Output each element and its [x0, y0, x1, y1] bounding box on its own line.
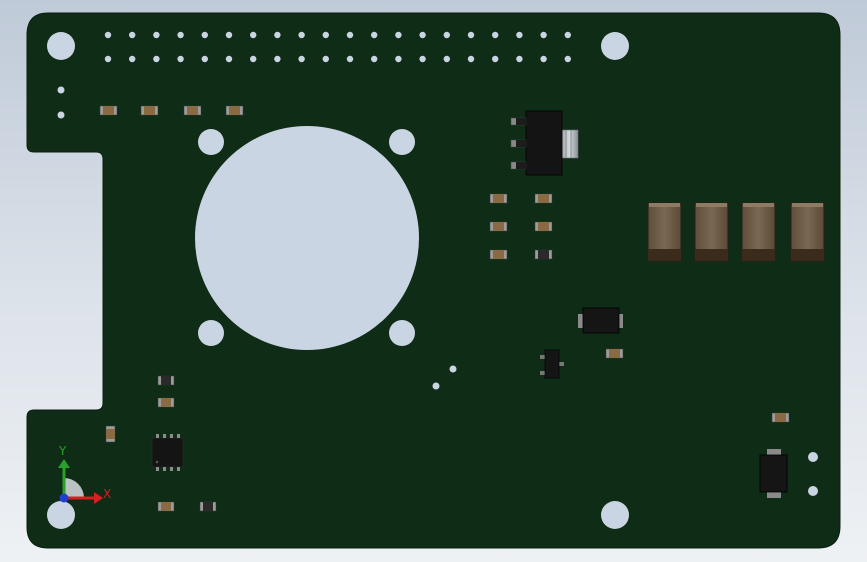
ic-soic8 [151, 434, 184, 471]
header-pin [564, 55, 571, 63]
header-pin [443, 55, 450, 63]
pcb-board-drawing: X Y [26, 12, 841, 549]
smd-passive [605, 348, 624, 359]
smd-passive [99, 105, 118, 116]
header-pin [298, 55, 305, 63]
header-pin [153, 55, 160, 63]
smd-passive [534, 193, 553, 204]
header-pin [274, 31, 281, 39]
header-pin [225, 31, 233, 39]
regulator-heatsink [560, 129, 579, 159]
header-pin [177, 31, 184, 39]
power-inductor [694, 202, 729, 262]
header-pin [201, 31, 208, 39]
header-pin [298, 31, 305, 39]
power-inductor [741, 202, 776, 262]
mounting-hole-bottom-left [47, 501, 75, 529]
fan-screw-hole [389, 129, 415, 155]
header-pin [129, 55, 136, 63]
header-pin [467, 31, 475, 39]
header-pin [419, 31, 426, 39]
header-pin [274, 55, 281, 63]
header-pin [250, 55, 257, 63]
smd-passive [489, 221, 508, 232]
header-pin [419, 55, 426, 63]
smd-passive [199, 501, 217, 512]
header-pin [564, 31, 571, 39]
cad-viewport[interactable]: X Y [0, 0, 867, 562]
pcb-outline [26, 12, 841, 549]
via [808, 452, 818, 462]
smd-passive [225, 105, 244, 116]
header-pin [395, 55, 402, 63]
header-pin [516, 55, 523, 63]
mounting-hole-top-right [601, 32, 629, 60]
via [57, 86, 65, 94]
header-pin [443, 31, 450, 39]
via [432, 382, 440, 390]
header-pin [516, 31, 523, 39]
header-pin [346, 31, 354, 39]
diode-smb [578, 307, 623, 334]
header-pin [225, 55, 233, 63]
mounting-hole-top-left [47, 32, 75, 60]
header-pin [540, 55, 547, 63]
smd-passive [534, 249, 553, 260]
header-pin [492, 55, 499, 63]
fan-cutout [195, 126, 419, 350]
header-pin [346, 55, 354, 63]
header-pin [322, 31, 329, 39]
header-pin [371, 31, 378, 39]
header-pin [540, 31, 547, 39]
smd-passive [183, 105, 202, 116]
header-pin [250, 31, 257, 39]
smd-passive [140, 105, 159, 116]
fan-screw-hole [198, 129, 224, 155]
header-pin [104, 31, 112, 39]
smd-passive [771, 412, 790, 423]
header-pin [371, 55, 378, 63]
triad-y-label: Y [58, 444, 67, 458]
header-pin [201, 55, 208, 63]
header-pin [129, 31, 136, 39]
smd-passive [489, 249, 508, 260]
header-pin [492, 31, 499, 39]
header-pin [322, 55, 329, 63]
smd-passive [157, 375, 175, 386]
header-pin [395, 31, 402, 39]
smd-passive [105, 425, 116, 443]
power-inductor [647, 202, 682, 262]
via [449, 365, 457, 373]
smd-passive [534, 221, 553, 232]
triad-x-label: X [103, 487, 111, 501]
header-pin [104, 55, 112, 63]
header-pin [177, 55, 184, 63]
diode-bottom-right [759, 449, 788, 498]
header-pin [153, 31, 160, 39]
fan-opening [195, 126, 419, 350]
fan-screw-hole [389, 320, 415, 346]
smd-passive [157, 397, 175, 408]
smd-passive [157, 501, 175, 512]
power-inductor [790, 202, 825, 262]
fan-screw-hole [198, 320, 224, 346]
header-pin [467, 55, 475, 63]
smd-passive [489, 193, 508, 204]
mounting-hole-bottom-right [601, 501, 629, 529]
via [57, 111, 65, 119]
regulator-body [525, 110, 563, 176]
via [808, 486, 818, 496]
